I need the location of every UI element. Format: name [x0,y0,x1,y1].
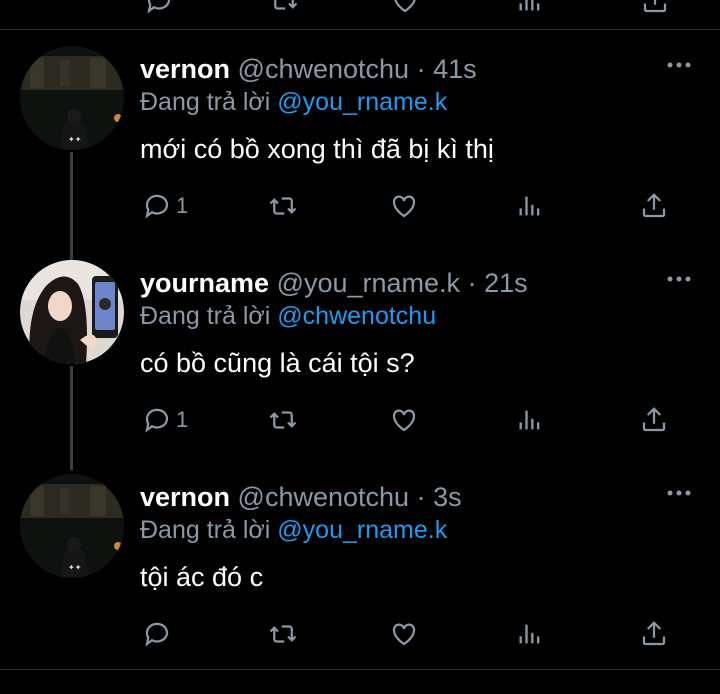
avatar[interactable]: ✦✦ [20,46,124,150]
retweet-icon [269,411,297,429]
reply-count: 1 [176,407,189,432]
views-button[interactable] [516,404,544,436]
display-name[interactable]: vernon [140,482,230,512]
timestamp[interactable]: 41s [433,54,477,84]
tweet-actions: 1 [0,404,720,440]
tweet-header: yourname @you_rname.k · 21s [140,268,528,299]
user-handle[interactable]: @you_rname.k [277,268,461,298]
mention-link[interactable]: @you_rname.k [277,516,447,544]
separator-dot: · [416,482,426,512]
timestamp[interactable]: 21s [484,268,528,298]
share-icon [642,193,666,218]
views-icon [519,624,540,644]
retweet-icon [269,625,297,643]
more-icon[interactable] [666,488,692,498]
heart-icon [392,195,416,218]
views-button[interactable] [516,190,544,222]
reply-button[interactable]: 1 [142,404,188,436]
retweet-icon [269,197,297,215]
divider [0,669,720,670]
timestamp[interactable]: 3s [433,482,462,512]
replying-to: Đang trả lời @chwenotchu [140,302,436,331]
mention-link[interactable]: @you_rname.k [277,88,447,116]
replying-to-label: Đang trả lời [140,302,271,330]
avatar[interactable] [20,260,124,364]
heart-icon [392,623,416,646]
like-button[interactable] [388,190,420,222]
replying-to: Đang trả lời @you_rname.k [140,516,447,545]
user-handle[interactable]: @chwenotchu [238,54,410,84]
avatar[interactable]: ✦✦ [20,474,124,578]
svg-text:✦✦: ✦✦ [68,135,82,144]
reply-icon [145,194,169,219]
replying-to: Đang trả lời @you_rname.k [140,88,447,117]
svg-text:✦✦: ✦✦ [68,563,82,572]
reply-icon[interactable] [144,0,174,21]
reply-icon [145,622,169,647]
tweet-text: mới có bồ xong thì đã bị kì thị [140,134,494,164]
like-button[interactable] [388,404,420,436]
replying-to-label: Đang trả lời [140,516,271,544]
reply-button[interactable]: 1 [142,190,188,222]
more-icon[interactable] [666,274,692,284]
more-icon[interactable] [666,60,692,70]
share-icon[interactable] [640,0,670,21]
mention-link[interactable]: @chwenotchu [277,302,436,330]
heart-icon[interactable] [390,0,420,21]
tweet-header: vernon @chwenotchu · 3s [140,482,462,513]
previous-tweet-actions [0,0,720,14]
retweet-button[interactable] [266,618,300,650]
tweet-header: vernon @chwenotchu · 41s [140,54,477,85]
share-icon [642,621,666,646]
replying-to-label: Đang trả lời [140,88,271,116]
display-name[interactable]: yourname [140,268,269,298]
retweet-button[interactable] [266,404,300,436]
views-icon [519,410,540,430]
retweet-icon[interactable] [268,0,300,21]
share-button[interactable] [638,404,670,436]
reply-button[interactable] [142,618,176,650]
reply-count: 1 [176,193,189,218]
tweet-actions: 1 [0,190,720,226]
tweet[interactable]: yourname @you_rname.k · 21s Đang trả lời… [0,238,720,470]
heart-icon [392,409,416,432]
tweet-text: tội ác đó c [140,562,264,592]
separator-dot: · [467,268,477,298]
retweet-button[interactable] [266,190,300,222]
tweet-text: có bồ cũng là cái tội s? [140,348,415,378]
reply-icon [145,408,169,433]
share-button[interactable] [638,618,670,650]
like-button[interactable] [388,618,420,650]
tweet[interactable]: ✦✦ vernon @chwenotchu · 41s Đang trả lời… [0,24,720,262]
display-name[interactable]: vernon [140,54,230,84]
user-handle[interactable]: @chwenotchu [238,482,410,512]
tweet-actions [0,618,720,654]
views-button[interactable] [516,618,544,650]
views-icon[interactable] [516,0,544,21]
separator-dot: · [416,54,426,84]
tweet[interactable]: ✦✦ vernon @chwenotchu · 3s Đang trả lời … [0,452,720,666]
share-icon [642,407,666,432]
share-button[interactable] [638,190,670,222]
views-icon [519,196,540,216]
